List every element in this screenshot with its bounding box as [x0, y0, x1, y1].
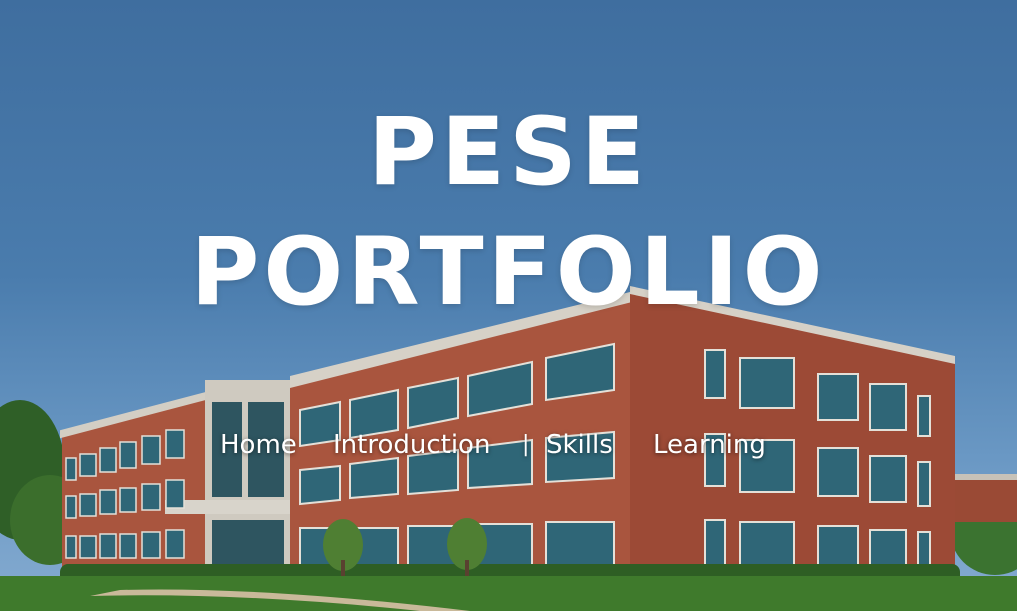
nav-link-skills[interactable]: Skills — [546, 430, 613, 460]
nav-link-home[interactable]: Home — [220, 430, 297, 460]
site-title-line-2: PORTFOLIO — [190, 218, 827, 327]
main-navigation: Home Introduction | Skills Learning — [0, 430, 1017, 464]
hero-section: PESE PORTFOLIO Home Introduction | Skill… — [0, 0, 1017, 611]
site-title-line-1: PESE — [367, 98, 650, 207]
nav-link-introduction[interactable]: Introduction — [333, 430, 490, 460]
nav-separator: | — [522, 432, 530, 457]
nav-link-learning[interactable]: Learning — [653, 430, 766, 460]
